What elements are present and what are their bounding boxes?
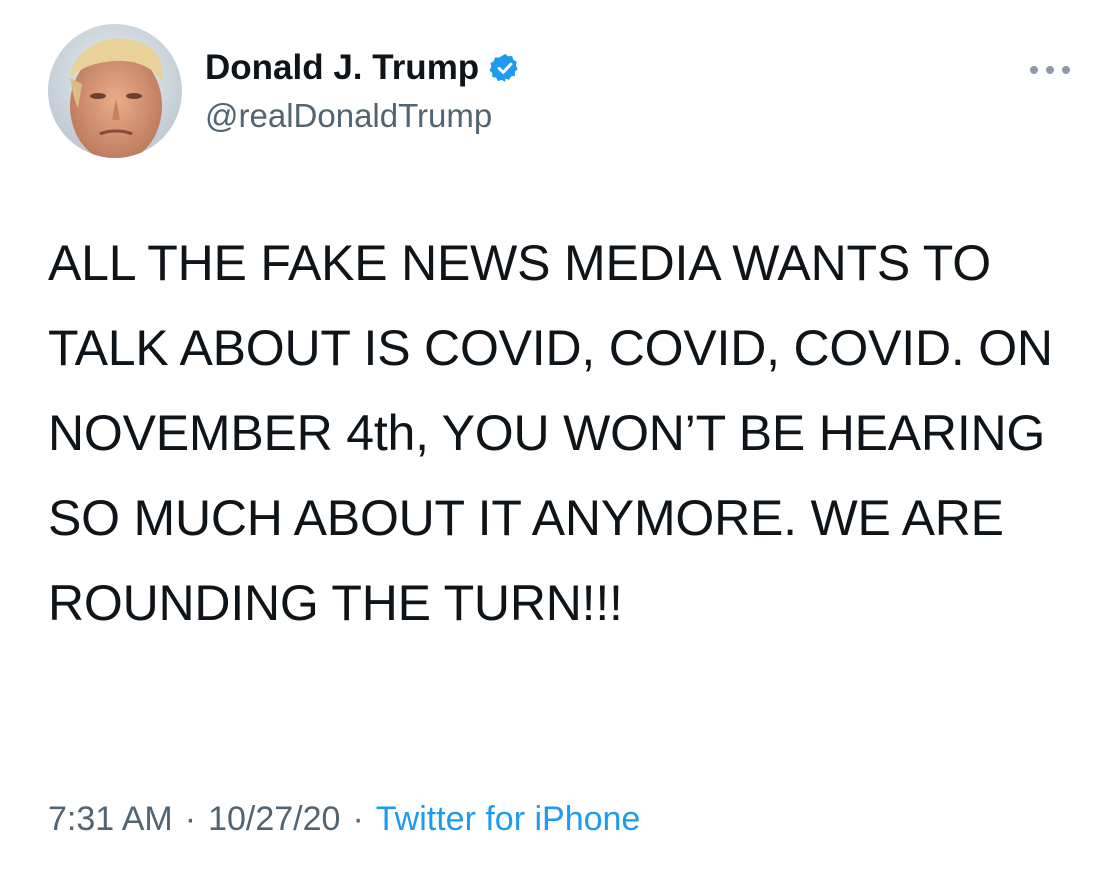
tweet-meta: 7:31 AM · 10/27/20 · Twitter for iPhone [48, 800, 640, 839]
tweet-time[interactable]: 7:31 AM [48, 800, 173, 838]
author-name-row: Donald J. Trump [205, 46, 521, 90]
verified-badge-icon [489, 54, 518, 82]
tweet-date[interactable]: 10/27/20 [208, 800, 340, 838]
avatar[interactable] [48, 24, 182, 158]
author-handle[interactable]: @realDonaldTrump [205, 97, 492, 135]
meta-separator: · [352, 800, 364, 838]
tweet-source-link[interactable]: Twitter for iPhone [376, 800, 641, 838]
meta-separator: · [184, 800, 197, 838]
more-dots-icon [1030, 66, 1070, 74]
tweet-text: ALL THE FAKE NEWS MEDIA WANTS TO TALK AB… [48, 235, 1053, 631]
display-name[interactable]: Donald J. Trump [205, 48, 479, 88]
profile-photo-icon [48, 24, 182, 158]
more-options-icon[interactable] [1026, 58, 1074, 82]
